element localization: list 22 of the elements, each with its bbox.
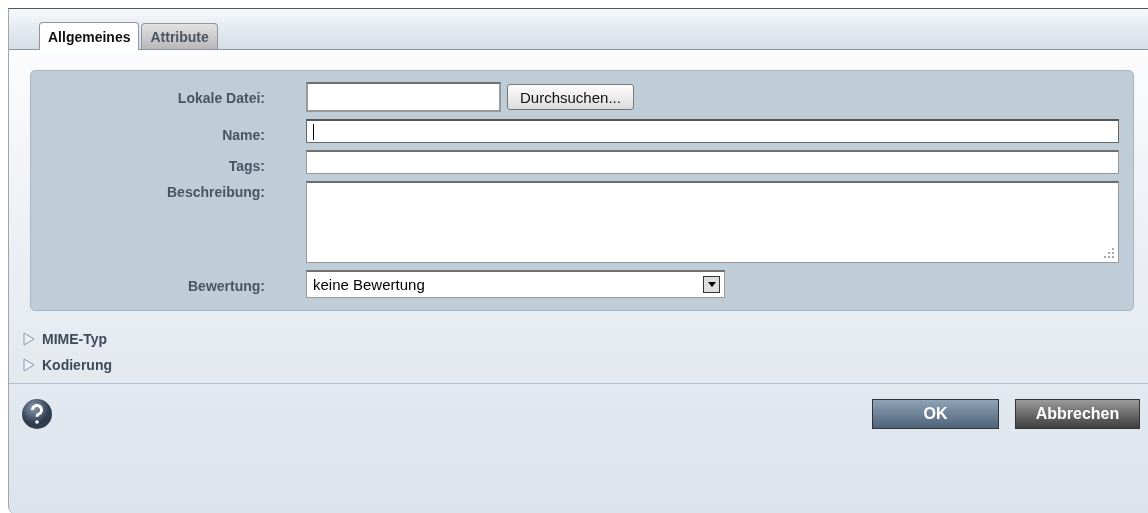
resize-grip-icon[interactable]	[1104, 248, 1114, 258]
browse-button[interactable]: Durchsuchen...	[507, 84, 634, 110]
dropdown-caret-icon[interactable]	[703, 276, 720, 293]
section-toggle[interactable]: Kodierung	[23, 357, 1148, 373]
ok-button[interactable]: OK	[872, 399, 999, 429]
text-field[interactable]	[306, 119, 1119, 143]
tab[interactable]: Allgemeines	[39, 22, 140, 50]
field-label: Lokale Datei:	[176, 89, 265, 108]
help-icon[interactable]	[21, 398, 53, 430]
description-field[interactable]	[306, 181, 1119, 263]
field-label: Tags:	[227, 157, 265, 174]
tab[interactable]: Attribute	[141, 23, 218, 49]
expand-arrow-icon	[23, 358, 35, 372]
field-label: Beschreibung:	[166, 183, 265, 202]
section-toggle[interactable]: MIME-Typ	[23, 331, 1148, 347]
field-label: Bewertung:	[187, 277, 265, 296]
expand-arrow-icon	[23, 332, 35, 346]
rating-dropdown[interactable]: keine Bewertung	[306, 270, 725, 298]
text-field[interactable]	[306, 150, 1119, 174]
file-field[interactable]	[306, 82, 501, 112]
cancel-button[interactable]: Abbrechen	[1015, 399, 1140, 429]
field-label: Name:	[221, 126, 265, 143]
